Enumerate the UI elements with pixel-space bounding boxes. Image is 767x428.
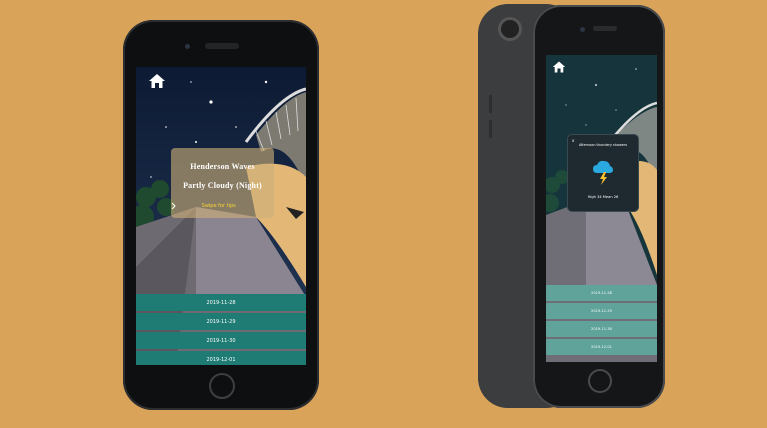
date-row[interactable]: 2019-11-28 <box>136 294 306 311</box>
date-row[interactable]: 2019-11-30 <box>136 332 306 349</box>
swipe-hint[interactable]: Swipe for tips <box>171 203 274 209</box>
forecast-text: Afternoon thundery showers <box>578 143 628 147</box>
weather-card[interactable]: Henderson Waves Partly Cloudy (Night) Sw… <box>171 148 274 218</box>
home-icon[interactable] <box>552 60 566 74</box>
home-icon[interactable] <box>148 72 166 90</box>
temperature-summary: High 34 Mean 26 <box>587 195 619 199</box>
location-name: Henderson Waves <box>190 162 255 171</box>
home-button[interactable] <box>588 369 612 393</box>
phone-mockup-right: x Afternoon thundery showers High 34 Mea… <box>533 5 665 408</box>
home-button[interactable] <box>209 373 235 399</box>
app-screen: x Afternoon thundery showers High 34 Mea… <box>546 55 657 362</box>
date-row[interactable]: 2019-11-28 <box>546 285 657 301</box>
date-row[interactable]: 2019-12-01 <box>136 351 306 365</box>
weather-condition: Partly Cloudy (Night) <box>183 181 262 190</box>
date-row[interactable]: 2019-11-29 <box>546 303 657 319</box>
volume-button <box>489 95 492 113</box>
date-row[interactable]: 2019-11-30 <box>546 321 657 337</box>
speaker <box>205 43 239 49</box>
app-screen: Henderson Waves Partly Cloudy (Night) Sw… <box>136 67 306 365</box>
forecast-popup[interactable]: x Afternoon thundery showers High 34 Mea… <box>568 135 638 211</box>
front-camera <box>185 44 190 49</box>
speaker <box>593 26 617 31</box>
phone-mockup-left: Henderson Waves Partly Cloudy (Night) Sw… <box>123 20 319 410</box>
rear-camera <box>501 20 519 38</box>
swipe-hint-label: Swipe for tips <box>201 203 236 209</box>
front-camera <box>580 27 585 32</box>
date-list: 2019-11-28 2019-11-29 2019-11-30 2019-12… <box>546 285 657 357</box>
date-row[interactable]: 2019-12-01 <box>546 339 657 355</box>
volume-button <box>489 120 492 138</box>
date-row[interactable]: 2019-11-29 <box>136 313 306 330</box>
date-list: 2019-11-28 2019-11-29 2019-11-30 2019-12… <box>136 294 306 365</box>
